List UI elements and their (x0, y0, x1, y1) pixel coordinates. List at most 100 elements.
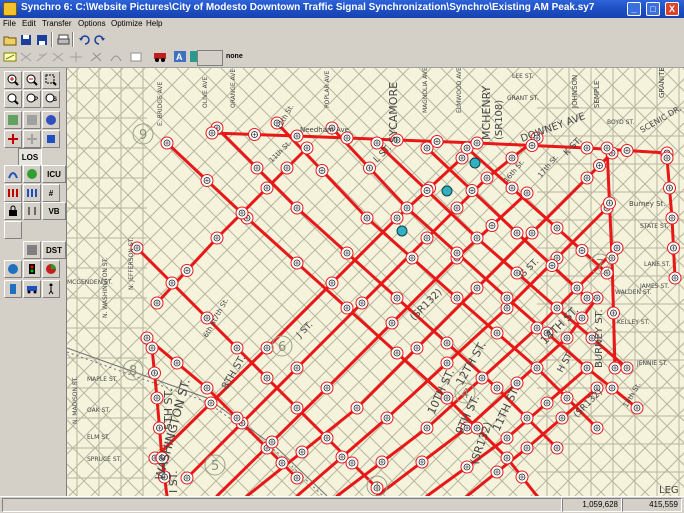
signals-icon[interactable] (23, 260, 41, 278)
node-number-icon[interactable]: # (42, 184, 60, 202)
network-map[interactable]: 9 8 6 5 7 1 4 Needham Ave. SYCAMORE MCHENRY (SR108… (67, 68, 684, 496)
signal-node (355, 296, 369, 310)
icu-label: ICU (47, 169, 61, 179)
vehicle-icon[interactable] (23, 280, 41, 298)
menu-edit[interactable]: Edit (22, 19, 36, 28)
signal-node (415, 455, 429, 469)
animation-icon[interactable] (4, 260, 22, 278)
signal-settings-icon[interactable] (4, 130, 22, 148)
railroad-line (67, 347, 328, 496)
synchro-window: Synchro 6: C:\Website Pictures\City of M… (0, 0, 684, 513)
add-link-icon[interactable] (2, 49, 18, 64)
menu-transfer[interactable]: Transfer (42, 19, 72, 28)
zone-marker: 6 (271, 335, 293, 357)
signal-node (405, 251, 419, 265)
link-tool-icon[interactable] (88, 49, 104, 64)
maximize-button[interactable]: □ (646, 2, 660, 16)
save-as-icon[interactable] (34, 32, 50, 47)
signal-node (260, 181, 274, 195)
zoom-out-icon[interactable] (23, 71, 41, 89)
zoom-window-icon[interactable] (42, 71, 60, 89)
pie-chart-icon[interactable] (42, 260, 60, 278)
time-space-icon[interactable] (4, 165, 22, 183)
street-label-fifth-st: 5TH ST. (162, 389, 175, 430)
signal-node (160, 136, 174, 150)
delete-node-icon[interactable] (34, 49, 50, 64)
sort-icon[interactable] (23, 202, 41, 220)
menu-optimize[interactable]: Optimize (111, 19, 143, 28)
signal-node (593, 159, 606, 172)
phasing-settings-icon[interactable] (23, 130, 41, 148)
network-settings-icon[interactable] (23, 184, 41, 202)
close-button[interactable]: X (665, 2, 679, 16)
zoom-all-icon[interactable] (4, 90, 22, 108)
icu-button[interactable]: ICU (42, 165, 66, 183)
signal-node (500, 451, 514, 465)
left-tool-panel: P S LOS ICU # VB DST (0, 68, 67, 496)
optimize-icon[interactable] (23, 165, 41, 183)
toolbar: A (0, 30, 684, 68)
print-icon[interactable] (55, 32, 71, 47)
signal-node (148, 366, 161, 380)
transform-icon[interactable] (50, 49, 66, 64)
signal-node (390, 291, 404, 305)
blank-tool-icon[interactable] (4, 221, 22, 239)
signal-node (205, 126, 219, 140)
street-label-walden-st: WALDEN ST. (615, 289, 652, 296)
lock-icon[interactable] (4, 202, 22, 220)
signal-node (345, 456, 359, 470)
street-label-lee-st: LEE ST. (512, 73, 534, 80)
reports-icon[interactable]: A (172, 49, 188, 64)
save-icon[interactable] (18, 32, 34, 47)
add-node-icon[interactable] (18, 49, 34, 64)
simtraffic-car-icon[interactable] (152, 49, 168, 64)
detector-settings-icon[interactable] (42, 130, 60, 148)
street-label-poplar-ave: POPLAR AVE (324, 71, 331, 108)
zoom-previous-icon[interactable]: P (23, 90, 41, 108)
traffic-flow-icon[interactable] (128, 49, 144, 64)
bend-link-icon[interactable] (108, 49, 124, 64)
selected-signal-node (396, 225, 408, 237)
signal-node (290, 201, 304, 215)
pedestrian-icon[interactable] (42, 280, 60, 298)
signal-node (500, 431, 514, 445)
selected-signal-node (469, 157, 481, 169)
zoom-scale-icon[interactable]: S (42, 90, 60, 108)
database-icon[interactable] (4, 280, 22, 298)
los-button[interactable]: LOS (18, 148, 42, 166)
street-label-eleventh-small: 11th St. (268, 139, 293, 164)
signal-node (607, 306, 620, 320)
zone-number: 9 (139, 128, 147, 143)
street-label-lane-st: LANE ST. (644, 261, 671, 268)
signal-node (510, 226, 524, 240)
minimize-button[interactable]: _ (627, 2, 641, 16)
signal-node (165, 276, 179, 290)
redo-icon[interactable] (92, 32, 108, 47)
coordinate-icon[interactable] (4, 184, 22, 202)
menu-help[interactable]: Help (146, 19, 162, 28)
layer-select[interactable] (197, 50, 223, 66)
street-label-elmwood-ave: ELMWOOD AVE (456, 68, 463, 113)
signal-node (555, 411, 569, 425)
zoom-in-icon[interactable] (4, 71, 22, 89)
signal-node (608, 361, 622, 375)
signal-node (400, 201, 414, 215)
svg-text:A: A (176, 52, 183, 62)
layer-select-value: none (226, 53, 243, 60)
signal-node (530, 361, 544, 375)
signal-node (520, 411, 534, 425)
y-coordinate: 415,559 (622, 498, 682, 512)
menu-options[interactable]: Options (78, 19, 106, 28)
signal-node (668, 271, 682, 285)
open-folder-icon[interactable] (2, 32, 18, 47)
menu-file[interactable]: File (3, 19, 16, 28)
lane-settings-icon[interactable] (4, 111, 22, 129)
vb-button[interactable]: VB (42, 202, 66, 220)
dst-button[interactable]: DST (42, 241, 66, 259)
move-node-icon[interactable] (68, 49, 84, 64)
volume-settings-icon[interactable] (23, 111, 41, 129)
grid-icon[interactable] (23, 241, 41, 259)
undo-icon[interactable] (76, 32, 92, 47)
signal-node (450, 201, 464, 215)
timing-settings-icon[interactable] (42, 111, 60, 129)
